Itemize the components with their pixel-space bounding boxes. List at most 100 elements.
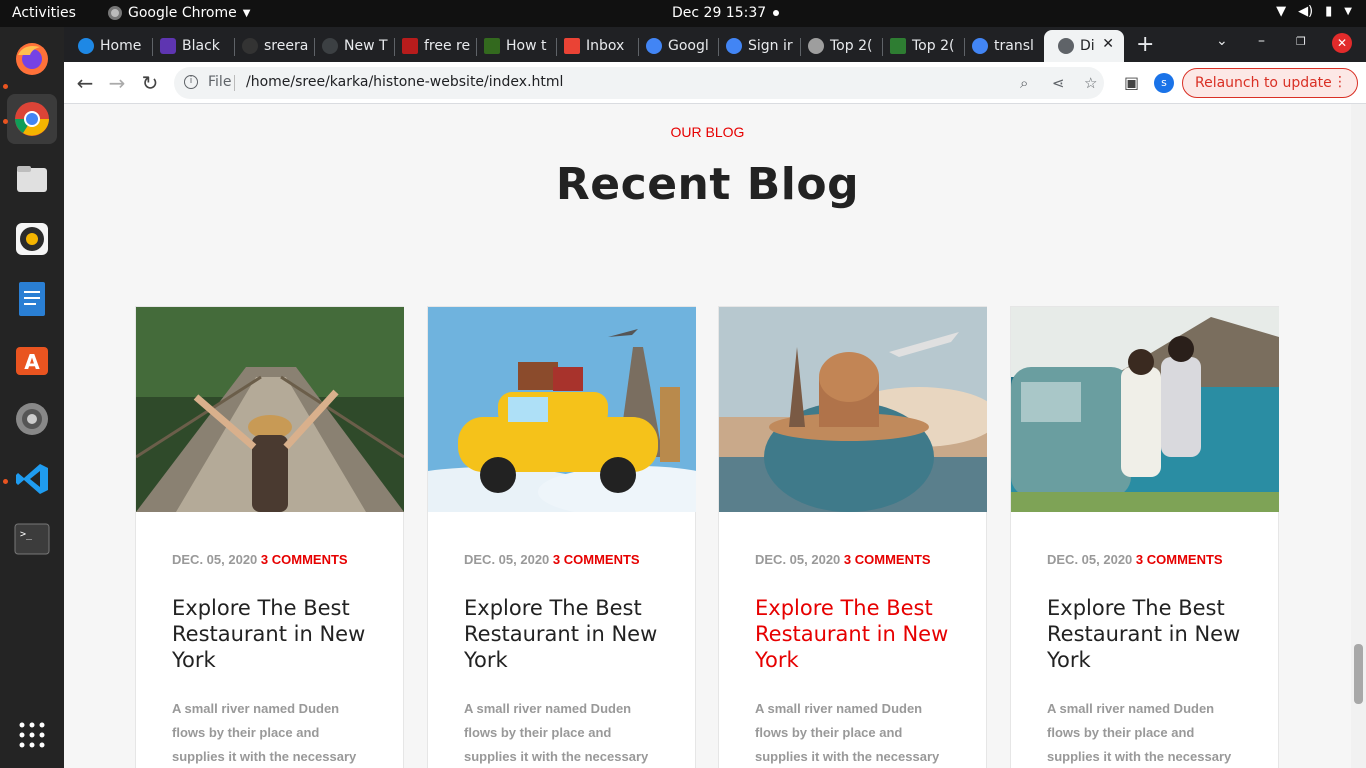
blog-card-title[interactable]: Explore The Best Restaurant in New York (464, 595, 674, 673)
web-page: OUR BLOG Recent Blog DEC. 05, 2020 3 COM… (64, 104, 1366, 768)
relaunch-button[interactable]: Relaunch to update ⋮ (1182, 68, 1358, 98)
files-launcher[interactable] (7, 154, 57, 204)
tab-label: New T (344, 38, 388, 54)
vscode-icon (16, 464, 48, 494)
side-panel-icon[interactable]: ▣ (1124, 73, 1139, 92)
tab[interactable]: Sign ir (712, 30, 794, 62)
app-menu-label: Google Chrome (128, 5, 237, 21)
tab-favicon-icon (808, 38, 824, 54)
tab[interactable]: Top 2( (794, 30, 876, 62)
running-indicator (3, 84, 8, 89)
tab-label: Di (1080, 38, 1095, 54)
tab[interactable]: sreera (228, 30, 308, 62)
blog-card-image[interactable] (719, 307, 987, 512)
blog-card-excerpt: A small river named Duden flows by their… (172, 701, 357, 764)
blog-card[interactable]: DEC. 05, 2020 3 COMMENTS Explore The Bes… (718, 306, 987, 768)
forward-button[interactable]: → (104, 70, 130, 96)
writer-launcher[interactable] (7, 274, 57, 324)
blog-card-meta: DEC. 05, 2020 3 COMMENTS (755, 552, 931, 567)
menu-kebab-icon[interactable]: ⋮ (1333, 74, 1347, 90)
tab-favicon-icon (890, 38, 906, 54)
share-icon[interactable]: ⋖ (1052, 74, 1065, 92)
system-tray[interactable]: ▼ ◀) ▮ ▼ (1276, 4, 1352, 19)
tab[interactable]: transl (958, 30, 1040, 62)
blog-card[interactable]: DEC. 05, 2020 3 COMMENTS Explore The Bes… (427, 306, 696, 768)
app-store-icon: A (16, 347, 48, 375)
comments-link[interactable]: 3 COMMENTS (553, 552, 640, 567)
software-launcher[interactable]: A (7, 334, 57, 384)
terminal-icon: >_ (14, 523, 50, 555)
tab[interactable]: Home (64, 30, 146, 62)
scrollbar-thumb[interactable] (1354, 644, 1363, 704)
notification-dot-icon (773, 10, 779, 16)
gear-icon (16, 403, 48, 435)
blog-card-excerpt: A small river named Duden flows by their… (464, 701, 649, 764)
new-tab-button[interactable]: + (1136, 32, 1154, 57)
google-icon (646, 38, 662, 54)
settings-launcher[interactable] (7, 394, 57, 444)
clock[interactable]: Dec 29 15:37 (672, 5, 766, 21)
blog-card[interactable]: DEC. 05, 2020 3 COMMENTS Explore The Bes… (1010, 306, 1279, 768)
show-applications-button[interactable] (7, 710, 57, 760)
tab-search-icon[interactable]: ⌄ (1216, 33, 1228, 49)
back-button[interactable]: ← (72, 70, 98, 96)
tab[interactable]: How t (470, 30, 550, 62)
blog-card[interactable]: DEC. 05, 2020 3 COMMENTS Explore The Bes… (135, 306, 404, 768)
tab-label: Sign ir (748, 38, 793, 54)
tab[interactable]: Top 2( (876, 30, 958, 62)
globe-icon (1058, 38, 1074, 54)
tab-active[interactable]: Di ✕ (1044, 30, 1124, 62)
close-window-button[interactable]: ✕ (1332, 33, 1352, 53)
wifi-icon: ▼ (1276, 4, 1287, 19)
svg-text:>_: >_ (20, 529, 33, 540)
chrome-launcher[interactable] (7, 94, 57, 144)
blog-card-image[interactable] (1011, 307, 1279, 512)
tab-favicon-icon (242, 38, 258, 54)
chrome-app-icon (108, 6, 122, 20)
profile-avatar[interactable]: s (1154, 73, 1174, 93)
blog-card-title[interactable]: Explore The Best Restaurant in New York (755, 595, 965, 673)
tab[interactable]: Googl (632, 30, 712, 62)
post-date: DEC. 05, 2020 (1047, 552, 1133, 567)
tab-favicon-icon (160, 38, 176, 54)
google-icon (726, 38, 742, 54)
comments-link[interactable]: 3 COMMENTS (844, 552, 931, 567)
firefox-icon (16, 43, 48, 75)
tab[interactable]: New T (308, 30, 388, 62)
tab[interactable]: Inbox (550, 30, 632, 62)
tab-label: How t (506, 38, 547, 54)
comments-link[interactable]: 3 COMMENTS (1136, 552, 1223, 567)
url-text[interactable]: /home/sree/karka/histone-website/index.h… (246, 74, 563, 90)
tab-label: Top 2( (912, 38, 955, 54)
terminal-launcher[interactable]: >_ (7, 514, 57, 564)
blog-card-meta: DEC. 05, 2020 3 COMMENTS (464, 552, 640, 567)
chrome-icon (15, 102, 49, 136)
tab-favicon-icon (402, 38, 418, 54)
post-date: DEC. 05, 2020 (755, 552, 841, 567)
minimize-button[interactable]: – (1258, 33, 1265, 49)
app-menu[interactable]: Google Chrome ▼ (108, 5, 250, 21)
firefox-launcher[interactable] (7, 34, 57, 84)
address-bar[interactable]: i File /home/sree/karka/histone-website/… (174, 67, 1104, 99)
blog-card-image[interactable] (428, 307, 696, 512)
battery-icon: ▮ (1325, 4, 1333, 19)
comments-link[interactable]: 3 COMMENTS (261, 552, 348, 567)
info-icon[interactable]: i (184, 75, 198, 89)
rhythmbox-launcher[interactable] (7, 214, 57, 264)
reload-button[interactable]: ↻ (137, 70, 163, 96)
tab-label: Googl (668, 38, 709, 54)
tab[interactable]: Black (146, 30, 228, 62)
blog-card-image[interactable] (136, 307, 404, 512)
close-tab-icon[interactable]: ✕ (1102, 36, 1114, 52)
blog-card-title[interactable]: Explore The Best Restaurant in New York (1047, 595, 1257, 673)
tab[interactable]: free re (388, 30, 470, 62)
blog-card-title[interactable]: Explore The Best Restaurant in New York (172, 595, 382, 673)
page-scrollbar[interactable] (1351, 104, 1366, 768)
maximize-button[interactable]: ❐ (1296, 35, 1306, 48)
zoom-icon[interactable]: ⌕ (1020, 74, 1028, 92)
vscode-launcher[interactable] (7, 454, 57, 504)
activities-button[interactable]: Activities (12, 5, 76, 21)
tab-label: Home (100, 38, 142, 54)
bookmark-star-icon[interactable]: ☆ (1084, 74, 1097, 92)
omnibox-divider (234, 75, 235, 91)
